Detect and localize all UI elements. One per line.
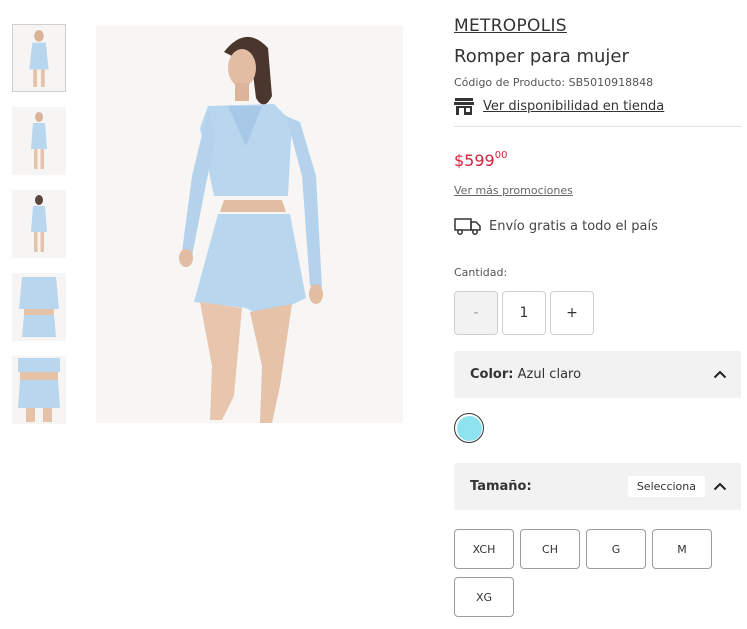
size-accordion[interactable]: Tamaño: Selecciona	[454, 463, 741, 510]
thumbnail-4-image	[19, 277, 59, 337]
size-select-prompt: Selecciona	[627, 476, 705, 497]
truck-icon	[454, 218, 481, 235]
size-option-xg[interactable]: XG	[454, 577, 514, 617]
thumbnail-3[interactable]	[12, 190, 66, 258]
store-availability-link[interactable]: Ver disponibilidad en tienda	[454, 97, 742, 115]
availability-link-label: Ver disponibilidad en tienda	[483, 98, 665, 114]
swatch-fill	[456, 415, 482, 441]
thumbnail-2[interactable]	[12, 107, 66, 175]
store-icon	[454, 98, 474, 115]
size-option-ch[interactable]: CH	[520, 529, 580, 569]
increase-quantity-button[interactable]: +	[550, 291, 594, 335]
thumbnail-1[interactable]	[12, 24, 66, 92]
price-cents: 00	[494, 150, 508, 161]
brand-link[interactable]: METROPOLIS	[454, 16, 567, 36]
color-accordion-label: Color: Azul claro	[470, 367, 581, 382]
thumbnail-4[interactable]	[12, 273, 66, 341]
chevron-up-icon	[713, 370, 727, 379]
divider	[454, 126, 742, 127]
decrease-quantity-button[interactable]: -	[454, 291, 498, 335]
chevron-up-icon	[713, 482, 727, 491]
shipping-text: Envío gratis a todo el país	[489, 218, 658, 234]
color-accordion[interactable]: Color: Azul claro	[454, 351, 741, 398]
product-info-panel: METROPOLIS Romper para mujer Código de P…	[454, 16, 742, 625]
free-shipping-info: Envío gratis a todo el país	[454, 216, 742, 236]
thumbnail-2-image	[31, 112, 47, 169]
product-code: Código de Producto: SB5010918848	[454, 76, 654, 89]
quantity-label: Cantidad:	[454, 266, 508, 279]
price-main: $599	[454, 151, 495, 170]
size-option-m[interactable]: M	[652, 529, 712, 569]
color-swatch-azul-claro[interactable]	[454, 413, 484, 443]
size-options: XCH CH G M XG	[454, 529, 744, 625]
product-title: Romper para mujer	[454, 46, 629, 67]
thumbnail-list	[12, 24, 68, 439]
size-option-xch[interactable]: XCH	[454, 529, 514, 569]
color-label: Color:	[470, 367, 514, 382]
price: $59900	[454, 150, 742, 170]
more-promotions-link[interactable]: Ver más promociones	[454, 184, 573, 197]
main-product-image[interactable]	[96, 26, 403, 423]
thumbnail-5-image	[18, 358, 60, 422]
quantity-stepper: - 1 +	[454, 291, 742, 335]
thumbnail-3-image	[31, 195, 47, 252]
thumbnail-5[interactable]	[12, 356, 66, 424]
thumbnail-1-image	[29, 30, 49, 87]
quantity-input[interactable]: 1	[502, 291, 546, 335]
size-label: Tamaño:	[470, 479, 532, 494]
color-swatches	[454, 413, 742, 443]
size-accordion-label: Tamaño:	[470, 479, 532, 494]
model-illustration	[179, 36, 323, 423]
size-option-g[interactable]: G	[586, 529, 646, 569]
color-value: Azul claro	[517, 367, 582, 382]
